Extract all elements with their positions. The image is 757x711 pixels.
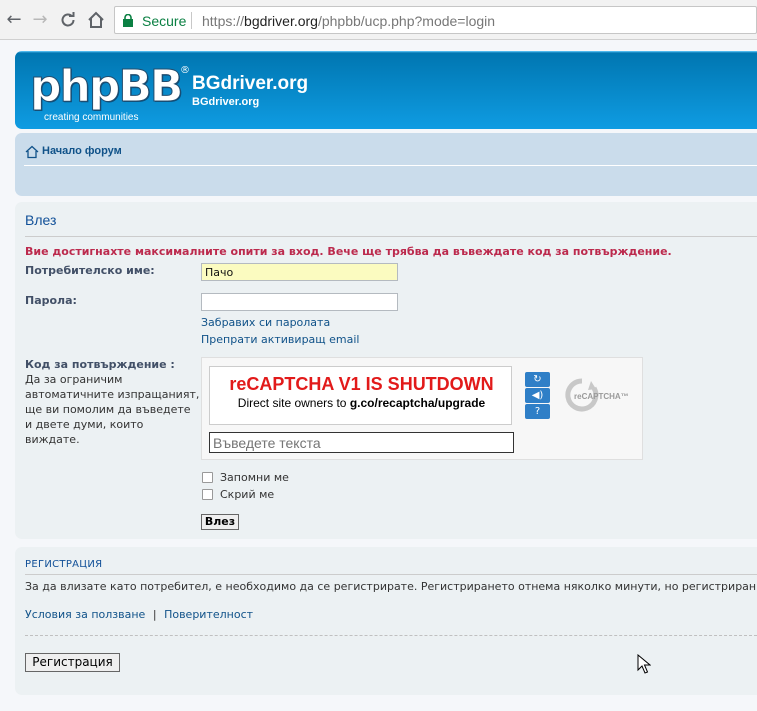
forgot-password-link[interactable]: Забравих си паролата — [201, 316, 330, 329]
captcha-audio-icon[interactable]: ◀) — [525, 388, 550, 403]
login-title: Влез — [25, 212, 57, 228]
navbar: Начало форум — [15, 133, 757, 196]
registration-title: РЕГИСТРАЦИЯ — [25, 559, 103, 570]
captcha-image: reCAPTCHA V1 IS SHUTDOWN Direct site own… — [209, 366, 512, 425]
resend-activation-link[interactable]: Препрати активиращ email — [201, 333, 359, 346]
dashed-divider — [25, 635, 757, 636]
register-button[interactable]: Регистрация — [25, 653, 120, 672]
logo-wordmark: phpBB — [29, 61, 183, 113]
site-name: BGdriver.org — [192, 73, 309, 94]
site-header: phpBB ® creating communities BGdriver.or… — [15, 51, 757, 129]
home-icon — [25, 145, 39, 159]
url-text: https://bgdriver.org/phpbb/ucp.php?mode=… — [202, 13, 496, 29]
terms-link[interactable]: Условия за ползване — [25, 608, 145, 621]
lock-icon — [123, 14, 133, 27]
privacy-link[interactable]: Поверителност — [164, 608, 253, 621]
captcha-label: Код за потвърждение : — [25, 358, 175, 371]
registration-links: Условия за ползване | Поверителност — [25, 608, 253, 621]
title-divider — [25, 236, 757, 237]
recaptcha-logo-text: reCAPTCHA™ — [574, 392, 629, 401]
logo-tagline: creating communities — [44, 112, 139, 123]
hide-label[interactable]: Скрий ме — [220, 488, 274, 501]
remember-checkbox[interactable] — [202, 472, 213, 483]
login-panel: Влез Вие достигнахте максималните опити … — [15, 202, 757, 539]
recaptcha-widget: reCAPTCHA V1 IS SHUTDOWN Direct site own… — [201, 357, 643, 460]
secure-label: Secure — [142, 13, 187, 29]
registration-divider — [25, 574, 757, 575]
registration-text: За да влизате като потребител, е необход… — [25, 580, 757, 593]
login-button[interactable]: Влез — [201, 514, 239, 530]
username-label: Потребителско име: — [25, 264, 155, 277]
site-description: BGdriver.org — [192, 96, 260, 108]
back-arrow-icon[interactable]: ← — [3, 9, 25, 31]
captcha-reload-icon[interactable]: ↻ — [525, 372, 550, 387]
link-separator: | — [152, 608, 157, 621]
mouse-cursor-icon — [637, 654, 651, 674]
captcha-shutdown-title: reCAPTCHA V1 IS SHUTDOWN — [229, 374, 494, 394]
hide-checkbox[interactable] — [202, 489, 213, 500]
browser-toolbar: ← → Secure https://bgdriver.org/phpbb/uc… — [0, 0, 757, 40]
username-field[interactable] — [201, 263, 398, 281]
captcha-shutdown-subtitle: Direct site owners to g.co/recaptcha/upg… — [237, 396, 486, 410]
recaptcha-logo-icon: reCAPTCHA™ — [565, 378, 629, 412]
reload-icon[interactable] — [57, 9, 79, 31]
home-icon[interactable] — [85, 9, 107, 31]
omnibox-divider — [191, 12, 192, 29]
password-field[interactable] — [201, 293, 398, 311]
forward-arrow-icon[interactable]: → — [29, 9, 51, 31]
remember-label[interactable]: Запомни ме — [220, 471, 289, 484]
breadcrumb-home-link[interactable]: Начало форум — [42, 145, 122, 157]
phpbb-logo[interactable]: phpBB ® creating communities — [29, 61, 190, 124]
captcha-description: Да за ограничим автоматичните изпращания… — [25, 373, 200, 446]
password-label: Парола: — [25, 294, 77, 307]
logo-registered-mark: ® — [180, 65, 190, 76]
captcha-help-icon[interactable]: ? — [525, 404, 550, 419]
address-bar[interactable]: Secure https://bgdriver.org/phpbb/ucp.ph… — [114, 6, 757, 34]
navbar-divider — [24, 165, 757, 166]
captcha-input[interactable] — [209, 432, 514, 453]
error-message: Вие достигнахте максималните опити за вх… — [25, 245, 672, 258]
